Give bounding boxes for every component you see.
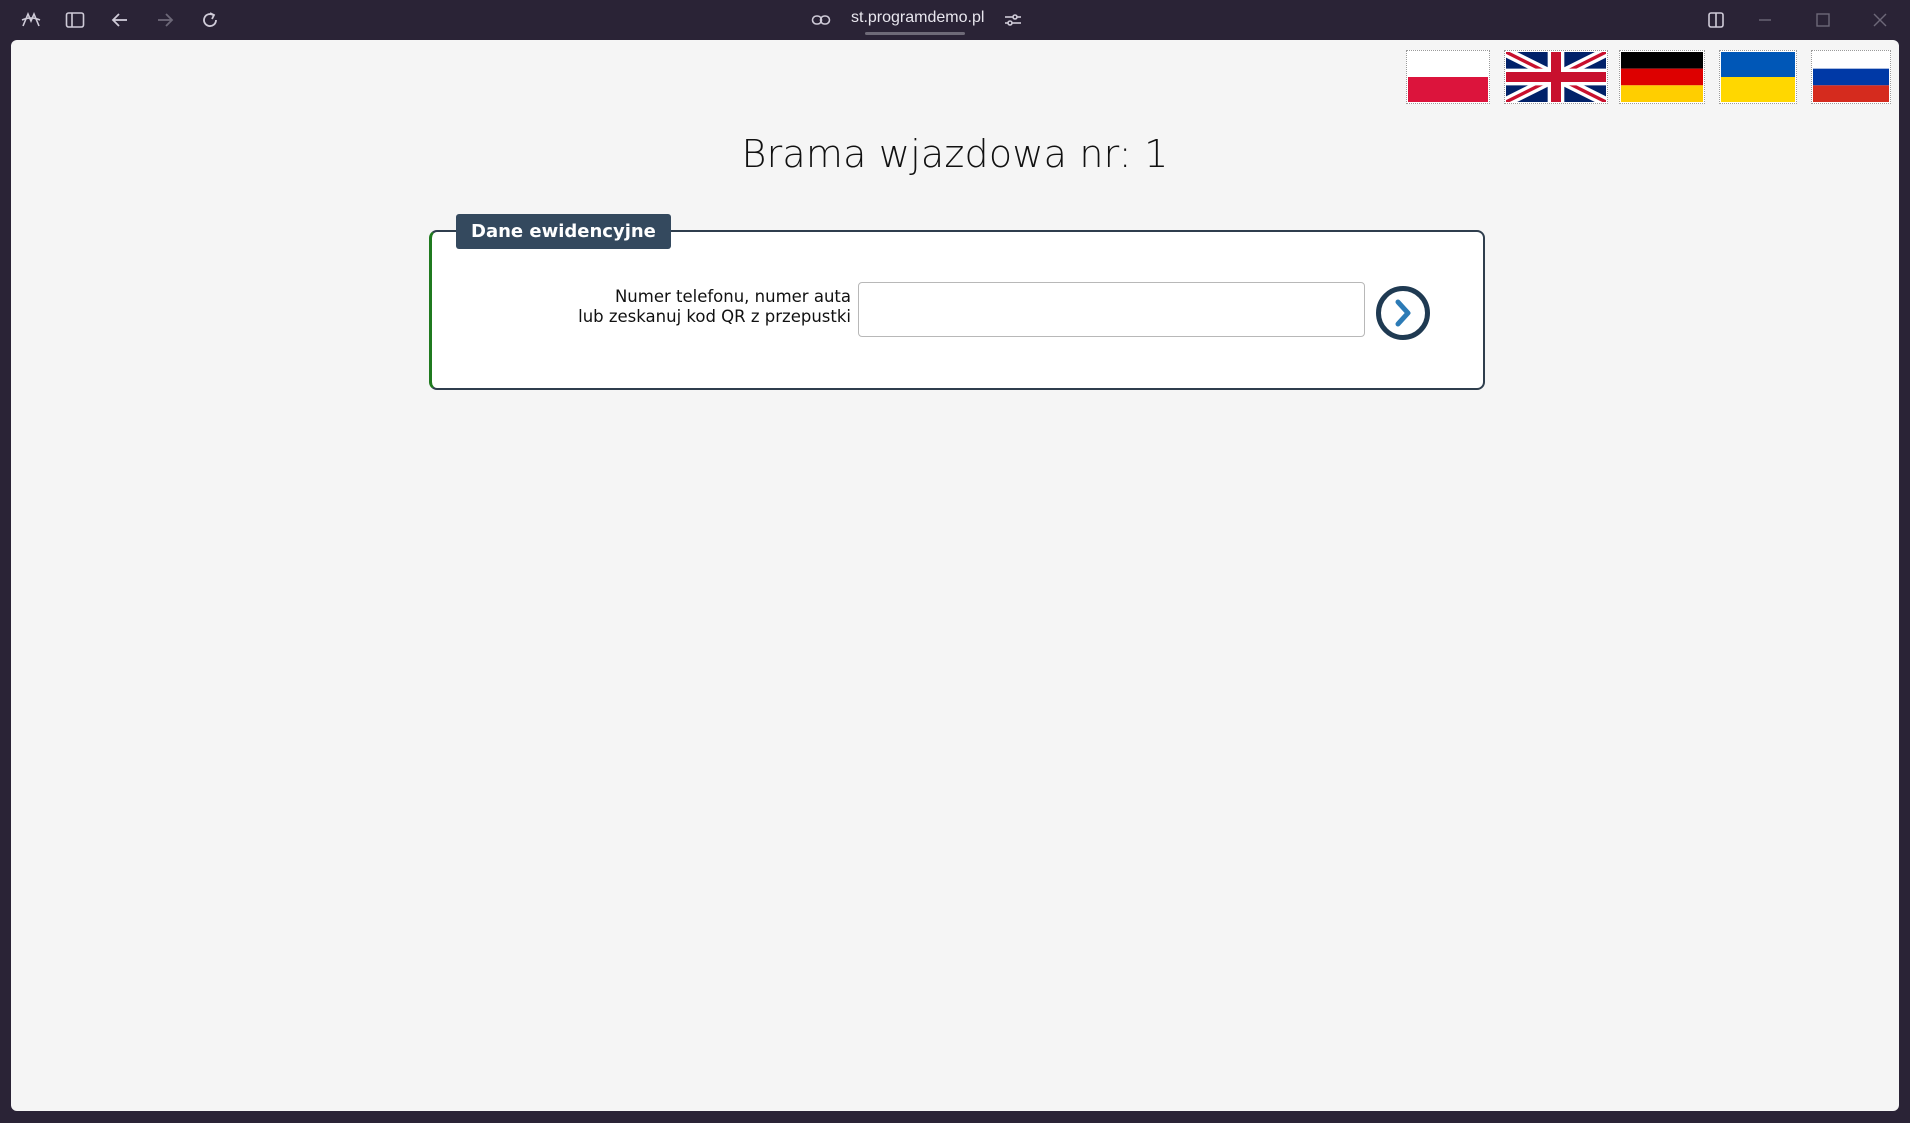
flag-germany-icon[interactable] bbox=[1619, 50, 1705, 104]
flag-poland-icon[interactable] bbox=[1406, 50, 1490, 104]
chevron-right-circle-icon bbox=[1376, 286, 1430, 340]
identifier-label: Numer telefonu, numer auta lub zeskanuj … bbox=[451, 287, 851, 327]
browser-toolbar: st.programdemo.pl bbox=[0, 0, 1910, 40]
address-url[interactable]: st.programdemo.pl bbox=[851, 9, 984, 27]
flag-ukraine-icon[interactable] bbox=[1719, 50, 1797, 104]
minimize-icon[interactable] bbox=[1752, 7, 1778, 33]
flag-uk-icon[interactable] bbox=[1504, 50, 1608, 104]
flag-russia-icon[interactable] bbox=[1811, 50, 1891, 104]
page-title: Brama wjazdowa nr: 1 bbox=[741, 132, 1169, 176]
sliders-icon[interactable] bbox=[1003, 12, 1023, 28]
sidebar-toggle-icon[interactable] bbox=[62, 7, 88, 33]
page-viewport: Brama wjazdowa nr: 1 Dane ewidencyjne Nu… bbox=[11, 40, 1899, 1111]
close-icon[interactable] bbox=[1867, 7, 1893, 33]
reload-icon[interactable] bbox=[197, 7, 223, 33]
identifier-input[interactable] bbox=[858, 282, 1365, 337]
address-bar[interactable]: st.programdemo.pl bbox=[805, 6, 1035, 35]
submit-button[interactable] bbox=[1375, 285, 1431, 341]
identifier-label-line1: Numer telefonu, numer auta bbox=[614, 287, 851, 306]
aria-logo-icon[interactable] bbox=[18, 7, 44, 33]
identifier-label-line2: lub zeskanuj kod QR z przepustki bbox=[578, 307, 851, 326]
maximize-icon[interactable] bbox=[1810, 7, 1836, 33]
arrow-left-icon[interactable] bbox=[107, 7, 133, 33]
panel-legend: Dane ewidencyjne bbox=[456, 214, 671, 249]
url-underline bbox=[865, 32, 965, 35]
language-selector bbox=[11, 50, 1899, 105]
link-icon[interactable] bbox=[811, 12, 831, 28]
arrow-right-icon[interactable] bbox=[152, 7, 178, 33]
split-view-icon[interactable] bbox=[1703, 7, 1729, 33]
